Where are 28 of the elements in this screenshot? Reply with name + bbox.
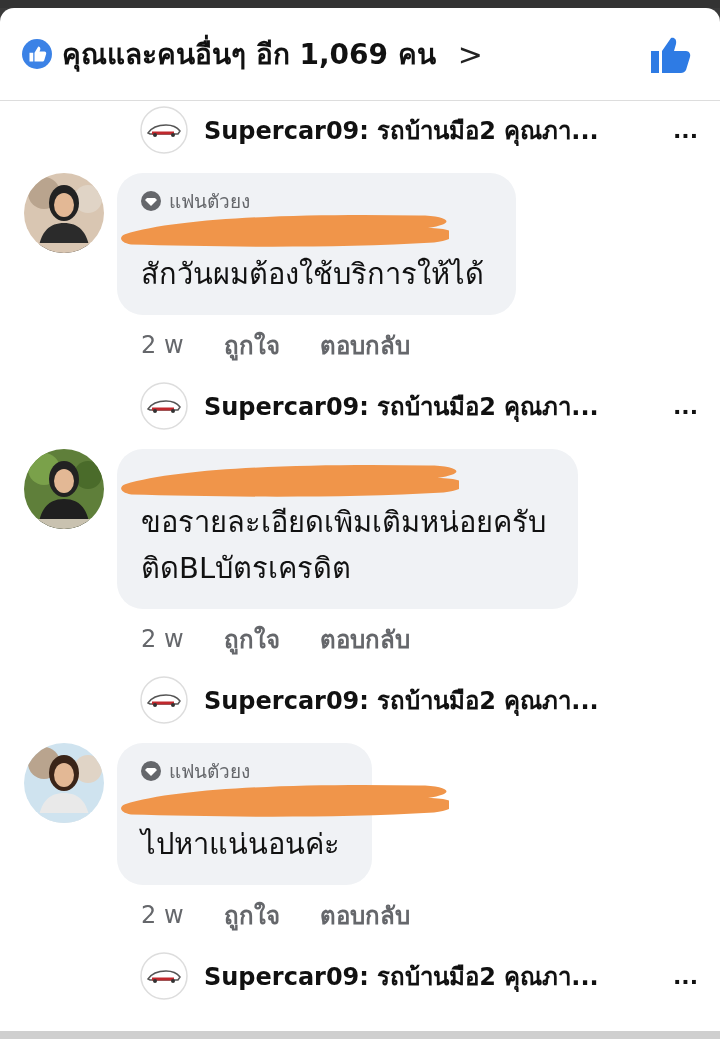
reply-link[interactable]: ตอบกลับ (319, 895, 410, 935)
fan-badge-label: แฟนตัวยง (169, 189, 250, 214)
comment-text: สักวันผมต้องใช้บริการให้ได้ (141, 256, 484, 293)
more-options[interactable]: ... (672, 963, 698, 989)
reply-preview[interactable]: Supercar09: รถบ้านมือ2 คุณภา... (204, 110, 673, 150)
like-link[interactable]: ถูกใจ (223, 895, 280, 935)
car-logo-icon[interactable] (140, 106, 188, 154)
reply-preview[interactable]: Supercar09: รถบ้านมือ2 คุณภา... (204, 680, 698, 720)
more-options[interactable]: ... (672, 117, 698, 143)
reply-link[interactable]: ตอบกลับ (319, 619, 410, 659)
reaction-summary[interactable]: คุณและคนอื่นๆ อีก 1,069 คน (62, 32, 436, 76)
like-link[interactable]: ถูกใจ (223, 325, 280, 365)
fan-badge-label: แฟนตัวยง (169, 759, 250, 784)
like-icon (22, 39, 52, 69)
comment-time: 2 w (141, 331, 184, 359)
reply-link[interactable]: ตอบกลับ (319, 325, 410, 365)
comment-text: ไปหาแน่นอนค่ะ (141, 826, 340, 863)
comment-time: 2 w (141, 901, 184, 929)
reply-preview[interactable]: Supercar09: รถบ้านมือ2 คุณภา... (204, 386, 673, 426)
comment-time: 2 w (141, 625, 184, 653)
comment-text: ขอรายละเอียดเพิมเติมหน่อยครับ ติดBLบัตรเครดิต (141, 504, 546, 587)
chevron-icon[interactable]: > (457, 36, 483, 72)
reply-preview[interactable]: Supercar09: รถบ้านมือ2 คุณภา... (204, 956, 673, 996)
car-logo-icon[interactable] (140, 676, 188, 724)
like-link[interactable]: ถูกใจ (223, 619, 280, 659)
more-options[interactable]: ... (672, 393, 698, 419)
car-logo-icon[interactable] (140, 382, 188, 430)
car-logo-icon[interactable] (140, 952, 188, 1000)
